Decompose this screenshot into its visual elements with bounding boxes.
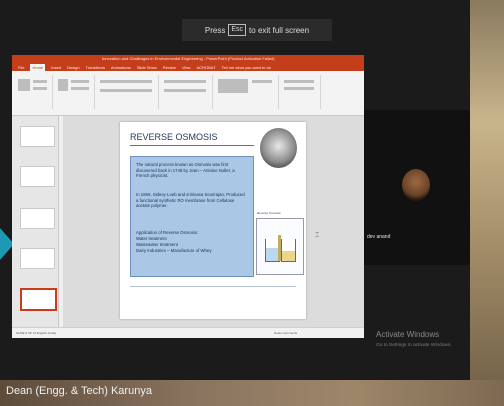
ppt-ribbon-tabs: File Home Insert Design Transitions Anim… (12, 64, 364, 71)
ribbon-control (164, 89, 206, 92)
ribbon-group-editing[interactable] (280, 75, 321, 109)
thumbnail-scrollbar[interactable] (59, 116, 63, 327)
scientist-portrait (260, 128, 297, 168)
ppt-ribbon[interactable] (12, 71, 364, 116)
ribbon-tab[interactable]: ACROBAT (197, 64, 216, 71)
ribbon-control (252, 80, 272, 83)
figure-label: Reverse Osmosis (257, 211, 281, 215)
slide-content-box[interactable]: The natural process known as Osmosis was… (130, 156, 254, 277)
slide-thumbnail[interactable] (20, 248, 55, 269)
ppt-title-bar: Innovation and Challenges in Environment… (12, 55, 364, 64)
ribbon-tab[interactable]: Transitions (86, 64, 105, 71)
ribbon-control (33, 87, 47, 90)
ribbon-tab[interactable]: Review (163, 64, 176, 71)
activate-windows-subtitle: Go to Settings to activate Windows. (376, 343, 452, 348)
application-item: Wastewater treatment (136, 242, 178, 247)
esc-key: Esc (228, 24, 247, 36)
ribbon-tab[interactable]: View (182, 64, 191, 71)
reverse-osmosis-diagram (256, 218, 304, 275)
fullscreen-hint: Press Esc to exit full screen (182, 19, 332, 41)
shapes-gallery[interactable] (218, 79, 248, 93)
participant-name: dev anand (367, 234, 391, 240)
fullscreen-hint-after: to exit full screen (249, 25, 310, 35)
slide-paragraph-2: In 1959, Sidney Loeb and srinivasa Souri… (136, 192, 245, 209)
ribbon-tab[interactable]: Insert (51, 64, 61, 71)
camera-strip (470, 0, 504, 406)
ribbon-tab[interactable]: File (18, 64, 24, 71)
powerpoint-window[interactable]: Innovation and Challenges in Environment… (12, 55, 364, 338)
ppt-window-title: Innovation and Challenges in Environment… (102, 56, 275, 61)
slide-thumbnails-pane[interactable] (12, 116, 59, 327)
slide-thumbnail[interactable] (20, 126, 55, 147)
slide-thumbnail[interactable] (20, 208, 55, 229)
slide-thumbnail-selected[interactable] (20, 288, 57, 311)
ribbon-tab[interactable]: Design (67, 64, 79, 71)
activate-windows-title: Activate Windows (376, 330, 440, 339)
view-controls[interactable]: Notes Comments (274, 331, 297, 335)
participant-video (402, 169, 430, 201)
application-item: Water treatment (136, 236, 167, 241)
ribbon-group-paragraph[interactable] (160, 75, 213, 109)
ribbon-control (71, 87, 89, 90)
slide-thumbnail[interactable] (20, 166, 55, 187)
ribbon-control (164, 80, 206, 83)
ribbon-control (284, 80, 314, 83)
slide-footer-rule (130, 286, 296, 287)
participant-tile[interactable]: dev anand (364, 110, 470, 265)
ribbon-group-font[interactable] (96, 75, 159, 109)
ribbon-control (100, 80, 152, 83)
presenter-name: Dean (Engg. & Tech) Karunya (6, 385, 152, 397)
salt-water-tank (281, 239, 296, 262)
ribbon-control (284, 87, 314, 90)
paste-icon[interactable] (18, 79, 30, 91)
slide-paragraph-1: The natural process known as Osmosis was… (136, 162, 235, 179)
ribbon-tab[interactable]: Animations (111, 64, 131, 71)
ribbon-group-clipboard[interactable] (14, 75, 53, 109)
applications-heading: Application of Reverse Osmosis: (136, 230, 199, 235)
tell-me-box[interactable]: Tell me what you want to do (222, 64, 271, 71)
fullscreen-hint-before: Press (204, 25, 226, 35)
application-item: Dairy Industries – Manufacture of Whey (136, 248, 212, 253)
slide-status: SLIDE 6 OF 11 English (India) (16, 331, 57, 335)
ribbon-group-drawing[interactable] (214, 75, 279, 109)
ppt-status-bar: SLIDE 6 OF 11 English (India) Notes Comm… (12, 327, 364, 338)
new-slide-icon[interactable] (58, 79, 68, 91)
mouse-cursor-icon: ⌶ (315, 232, 320, 239)
ribbon-control (71, 80, 89, 83)
ribbon-control (100, 89, 152, 92)
ribbon-group-slides[interactable] (54, 75, 95, 109)
title-underline (130, 145, 254, 146)
slide-canvas[interactable]: REVERSE OSMOSIS The natural process know… (120, 122, 306, 319)
ribbon-tab-home[interactable]: Home (30, 64, 46, 71)
ribbon-control (33, 80, 47, 83)
slide-title: REVERSE OSMOSIS (130, 132, 218, 142)
ribbon-tab[interactable]: Slide Show (137, 64, 157, 71)
